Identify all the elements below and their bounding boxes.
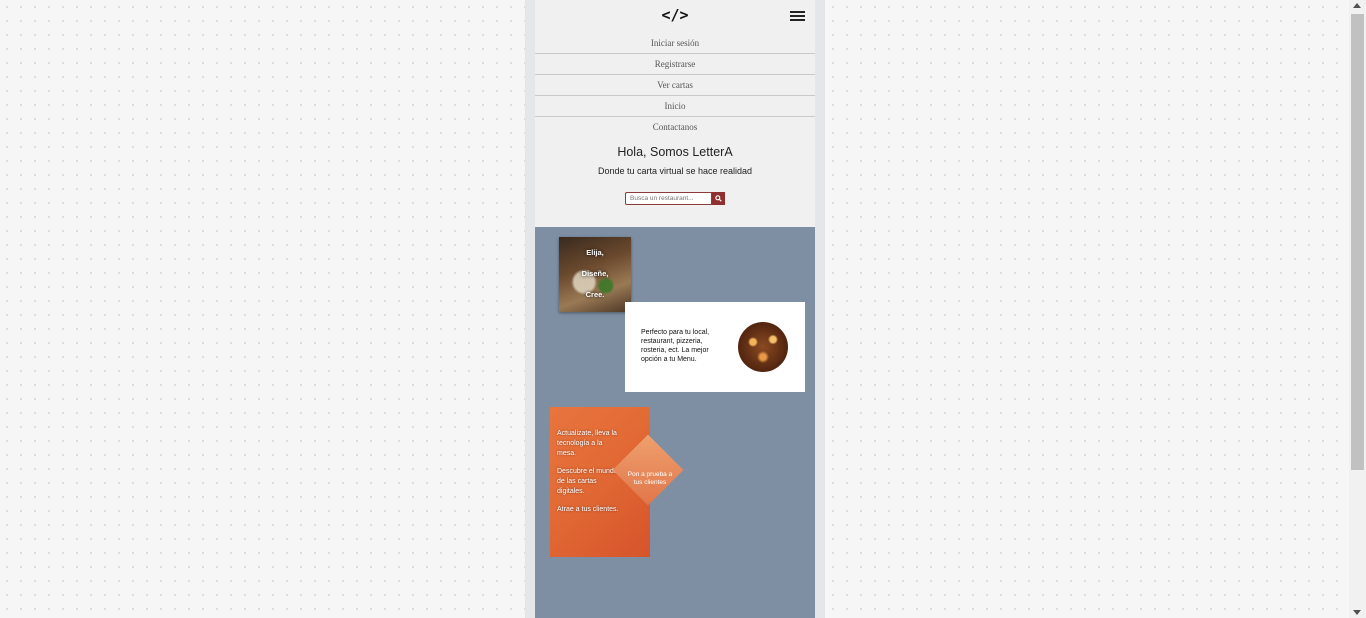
card1-line-elija: Elija,	[586, 248, 604, 257]
scroll-thumb[interactable]	[1351, 14, 1364, 470]
card3-paragraph: Atrae a tus clientes.	[557, 506, 619, 513]
page-container: </> Iniciar sesión Registrarse Ver carta…	[535, 0, 815, 618]
feature-card-info: Perfecto para tu local, restaurant, pizz…	[625, 302, 805, 392]
nav-item-contactanos[interactable]: Contactanos	[535, 117, 815, 137]
vertical-scrollbar[interactable]	[1349, 0, 1366, 618]
hero: Hola, Somos LetterA Donde tu carta virtu…	[535, 137, 815, 205]
scroll-down-arrow-icon[interactable]	[1353, 610, 1361, 615]
card2-text: Perfecto para tu local, restaurant, pizz…	[641, 329, 710, 363]
restaurant-photo	[738, 322, 788, 372]
card1-line-cree: Cree.	[585, 290, 605, 299]
card1-line-disene: Diseñe,	[581, 269, 609, 278]
hamburger-menu-icon[interactable]	[790, 11, 805, 22]
card3-paragraph: Descubre el mundo de las cartas digitale…	[557, 468, 618, 495]
logo[interactable]: </>	[535, 6, 815, 24]
feature-card-image: Elija, Diseñe, Cree.	[559, 237, 631, 312]
hero-subtitle: Donde tu carta virtual se hace realidad	[597, 166, 753, 176]
search-input[interactable]	[625, 192, 712, 205]
header: </>	[535, 0, 815, 33]
nav-item-registrarse[interactable]: Registrarse	[535, 54, 815, 75]
card3-paragraph: Actualizate, lleva la tecnología a la me…	[557, 430, 617, 457]
nav-item-iniciar-sesion[interactable]: Iniciar sesión	[535, 33, 815, 54]
search-icon	[715, 195, 722, 202]
cta-label[interactable]: Pon a prueba a tus clientes	[623, 471, 677, 487]
nav-menu: Iniciar sesión Registrarse Ver cartas In…	[535, 33, 815, 137]
features-section: Elija, Diseñe, Cree. Perfecto para tu lo…	[535, 227, 815, 618]
hero-title: Hola, Somos LetterA	[617, 145, 733, 159]
nav-item-ver-cartas[interactable]: Ver cartas	[535, 75, 815, 96]
search-bar	[625, 192, 725, 205]
search-button[interactable]	[712, 192, 725, 205]
scroll-up-arrow-icon[interactable]	[1353, 3, 1361, 8]
card3-text: Actualizate, lleva la tecnología a la me…	[557, 429, 623, 523]
nav-item-inicio[interactable]: Inicio	[535, 96, 815, 117]
